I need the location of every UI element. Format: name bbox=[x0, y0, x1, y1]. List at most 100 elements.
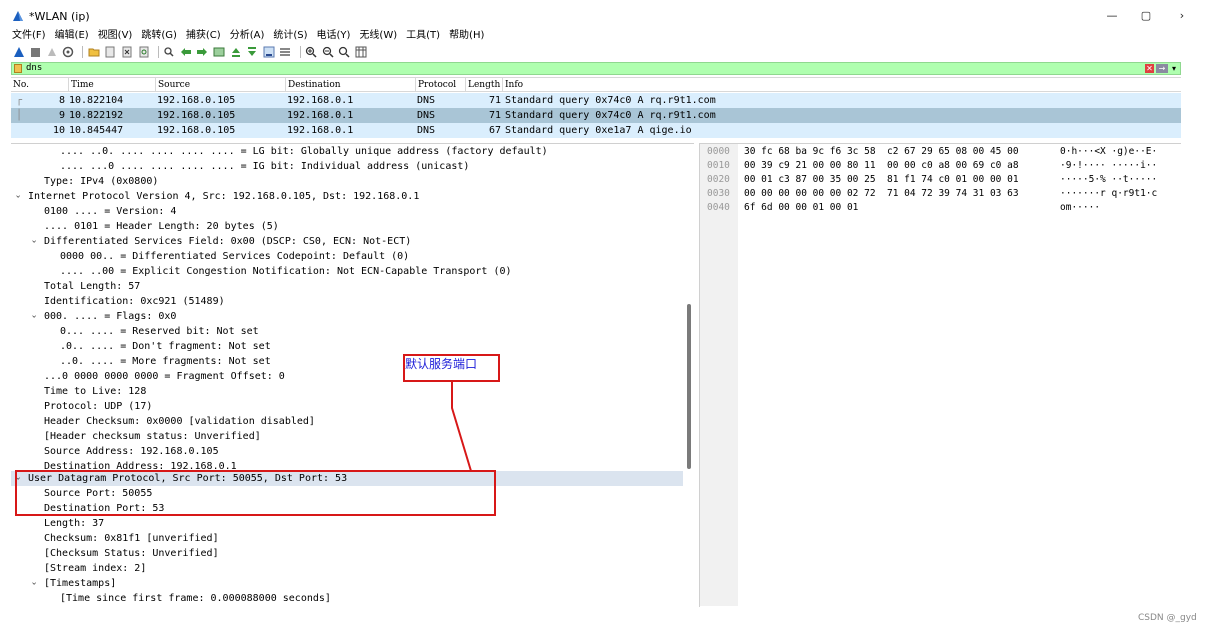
maximize-button[interactable]: ▢ bbox=[1136, 8, 1156, 24]
menu-tools[interactable]: 工具(T) bbox=[402, 28, 444, 44]
detail-line[interactable]: Source Address: 192.168.0.105 bbox=[44, 444, 694, 459]
details-scrollbar[interactable] bbox=[687, 304, 691, 469]
detail-line[interactable]: Identification: 0xc921 (51489) bbox=[44, 294, 694, 309]
zoom-in-icon[interactable] bbox=[305, 46, 318, 59]
column-header-time[interactable]: Time bbox=[69, 78, 156, 92]
detail-line[interactable]: .0.. .... = Don't fragment: Not set bbox=[60, 339, 694, 354]
hex-bytes[interactable]: 00 00 00 00 00 00 02 72 71 04 72 39 74 3… bbox=[744, 187, 1019, 201]
title-bar: *WLAN (ip) — ▢ › bbox=[0, 0, 1209, 28]
annotation-udp-box bbox=[15, 470, 496, 516]
menu-telephony[interactable]: 电话(Y) bbox=[313, 28, 355, 44]
packet-destination: 192.168.0.1 bbox=[287, 95, 354, 106]
zoom-out-icon[interactable] bbox=[321, 46, 334, 59]
detail-line[interactable]: Differentiated Services Field: 0x00 (DSC… bbox=[44, 234, 694, 249]
close-file-icon[interactable] bbox=[121, 46, 134, 59]
find-icon[interactable] bbox=[163, 46, 176, 59]
packet-row[interactable]: ┌ 8 10.822104 192.168.0.105 192.168.0.1 … bbox=[11, 93, 1181, 108]
window-title: *WLAN (ip) bbox=[29, 10, 90, 23]
detail-line[interactable]: 0000 00.. = Differentiated Services Code… bbox=[60, 249, 694, 264]
filter-history-dropdown-icon[interactable]: ▾ bbox=[1172, 63, 1176, 74]
display-filter-bar[interactable]: dns ✕ → ▾ bbox=[11, 62, 1181, 75]
detail-line[interactable]: ...0 0000 0000 0000 = Fragment Offset: 0 bbox=[44, 369, 694, 384]
hex-bytes[interactable]: 00 01 c3 87 00 35 00 25 81 f1 74 c0 01 0… bbox=[744, 173, 1019, 187]
restart-icon[interactable] bbox=[45, 46, 58, 59]
hex-ascii[interactable]: ·······r q·r9t1·c bbox=[1060, 187, 1157, 201]
go-forward-icon[interactable] bbox=[196, 46, 209, 59]
detail-line[interactable]: .... 0101 = Header Length: 20 bytes (5) bbox=[44, 219, 694, 234]
display-filter-input[interactable]: dns bbox=[26, 63, 42, 74]
hex-bytes[interactable]: 00 39 c9 21 00 00 80 11 00 00 c0 a8 00 6… bbox=[744, 159, 1019, 173]
detail-line[interactable]: 000. .... = Flags: 0x0 bbox=[44, 309, 694, 324]
packet-no: 9 bbox=[59, 110, 66, 121]
hex-ascii[interactable]: 0·h···<X ·g)e··E· bbox=[1060, 145, 1157, 159]
shark-fin-icon[interactable] bbox=[12, 46, 25, 59]
expand-arrow-icon[interactable]: › bbox=[25, 315, 40, 319]
detail-line[interactable]: Length: 37 bbox=[44, 516, 694, 531]
menu-go[interactable]: 跳转(G) bbox=[137, 28, 181, 44]
menu-capture[interactable]: 捕获(C) bbox=[182, 28, 225, 44]
detail-line[interactable]: Header Checksum: 0x0000 [validation disa… bbox=[44, 414, 694, 429]
hex-ascii[interactable]: om····· bbox=[1060, 201, 1100, 215]
detail-line[interactable]: 0100 .... = Version: 4 bbox=[44, 204, 694, 219]
detail-line[interactable]: [Checksum Status: Unverified] bbox=[44, 546, 694, 561]
colorize-icon[interactable] bbox=[279, 46, 292, 59]
detail-line[interactable]: .... ...0 .... .... .... .... = IG bit: … bbox=[60, 159, 694, 174]
detail-line[interactable]: Checksum: 0x81f1 [unverified] bbox=[44, 531, 694, 546]
menu-statistics[interactable]: 统计(S) bbox=[269, 28, 311, 44]
detail-line[interactable]: Protocol: UDP (17) bbox=[44, 399, 694, 414]
close-button[interactable]: › bbox=[1172, 8, 1192, 24]
hex-bytes[interactable]: 6f 6d 00 00 01 00 01 bbox=[744, 201, 858, 215]
filter-bookmark-icon[interactable] bbox=[14, 64, 22, 73]
column-header-protocol[interactable]: Protocol bbox=[416, 78, 466, 92]
stop-icon[interactable] bbox=[29, 46, 42, 59]
column-header-destination[interactable]: Destination bbox=[286, 78, 416, 92]
resize-columns-icon[interactable] bbox=[354, 46, 367, 59]
clear-filter-icon[interactable]: ✕ bbox=[1145, 64, 1154, 73]
hex-bytes[interactable]: 30 fc 68 ba 9c f6 3c 58 c2 67 29 65 08 0… bbox=[744, 145, 1019, 159]
menu-edit[interactable]: 编辑(E) bbox=[51, 28, 93, 44]
column-header-info[interactable]: Info bbox=[503, 78, 1181, 92]
go-last-icon[interactable] bbox=[246, 46, 259, 59]
detail-line[interactable]: Type: IPv4 (0x0800) bbox=[44, 174, 694, 189]
toolbar-separator bbox=[82, 46, 84, 58]
autoscroll-icon[interactable] bbox=[262, 46, 275, 59]
file-icon[interactable] bbox=[104, 46, 117, 59]
detail-line[interactable]: [Timestamps] bbox=[44, 576, 694, 591]
detail-line[interactable]: 0... .... = Reserved bit: Not set bbox=[60, 324, 694, 339]
menu-file[interactable]: 文件(F) bbox=[8, 28, 50, 44]
detail-ip-header[interactable]: Internet Protocol Version 4, Src: 192.16… bbox=[28, 189, 694, 204]
expand-arrow-icon[interactable]: › bbox=[25, 240, 40, 244]
open-folder-icon[interactable] bbox=[87, 46, 100, 59]
expand-arrow-icon[interactable]: › bbox=[11, 195, 24, 199]
detail-line[interactable]: .... ..00 = Explicit Congestion Notifica… bbox=[60, 264, 694, 279]
column-header-length[interactable]: Length bbox=[466, 78, 503, 92]
menu-view[interactable]: 视图(V) bbox=[94, 28, 137, 44]
menu-help[interactable]: 帮助(H) bbox=[445, 28, 488, 44]
reload-icon[interactable] bbox=[137, 46, 150, 59]
column-header-source[interactable]: Source bbox=[156, 78, 286, 92]
detail-line[interactable]: Time to Live: 128 bbox=[44, 384, 694, 399]
minimize-button[interactable]: — bbox=[1102, 8, 1122, 24]
packet-row-selected[interactable]: │ 9 10.822192 192.168.0.105 192.168.0.1 … bbox=[11, 108, 1181, 123]
detail-line[interactable]: Total Length: 57 bbox=[44, 279, 694, 294]
menu-wireless[interactable]: 无线(W) bbox=[355, 28, 401, 44]
menu-analyze[interactable]: 分析(A) bbox=[226, 28, 269, 44]
packet-details-pane: .... ..0. .... .... .... .... = LG bit: … bbox=[11, 143, 694, 607]
zoom-normal-icon[interactable] bbox=[338, 46, 351, 59]
options-gear-icon[interactable] bbox=[62, 46, 75, 59]
detail-line[interactable]: ..0. .... = More fragments: Not set bbox=[60, 354, 694, 369]
go-to-packet-icon[interactable] bbox=[213, 46, 226, 59]
detail-line[interactable]: .... ..0. .... .... .... .... = LG bit: … bbox=[60, 144, 694, 159]
column-header-no[interactable]: No. bbox=[11, 78, 69, 92]
detail-line[interactable]: [Stream index: 2] bbox=[44, 561, 694, 576]
go-back-icon[interactable] bbox=[179, 46, 192, 59]
go-first-icon[interactable] bbox=[229, 46, 242, 59]
packet-info: Standard query 0xe1a7 A qige.io bbox=[505, 125, 692, 136]
hex-ascii[interactable]: ·····5·% ··t····· bbox=[1060, 173, 1157, 187]
hex-ascii[interactable]: ·9·!···· ·····i·· bbox=[1060, 159, 1157, 173]
detail-line[interactable]: [Header checksum status: Unverified] bbox=[44, 429, 694, 444]
packet-row[interactable]: 10 10.845447 192.168.0.105 192.168.0.1 D… bbox=[11, 123, 1181, 138]
expand-arrow-icon[interactable]: › bbox=[25, 582, 40, 586]
detail-line[interactable]: [Time since first frame: 0.000088000 sec… bbox=[60, 591, 694, 606]
apply-filter-icon[interactable]: → bbox=[1156, 64, 1168, 73]
